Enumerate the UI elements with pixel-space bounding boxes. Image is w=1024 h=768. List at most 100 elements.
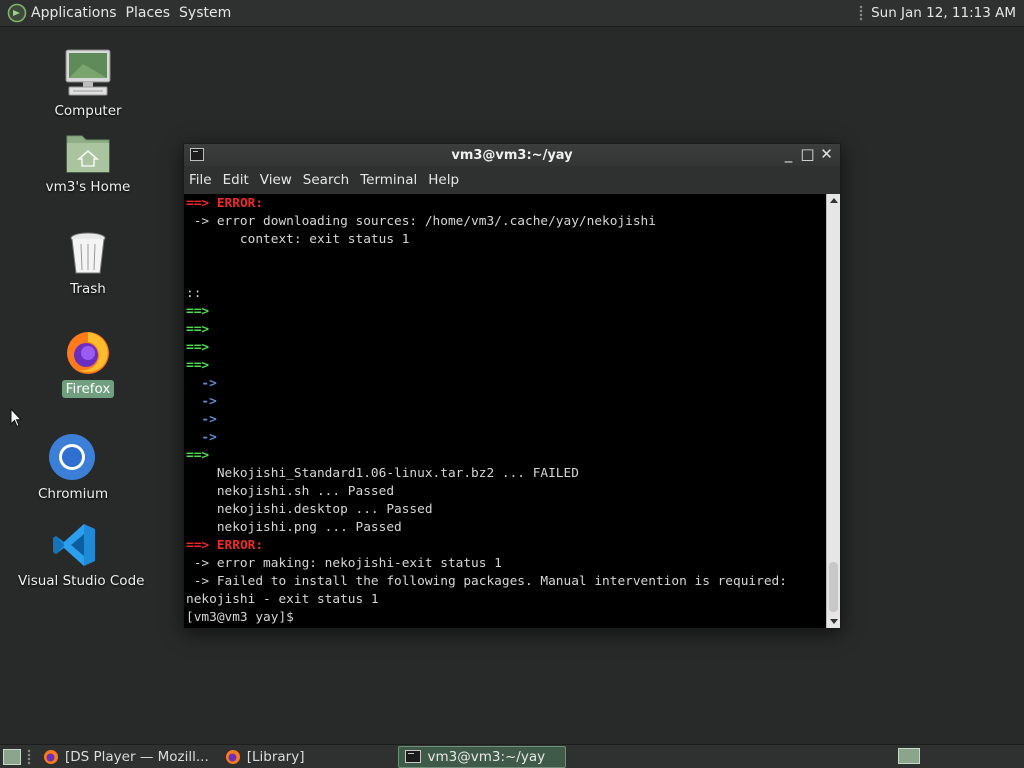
terminal-window[interactable]: vm3@vm3:~/yay _ □ ✕ File Edit View Searc…	[183, 143, 841, 629]
menu-help[interactable]: Help	[428, 172, 459, 188]
menu-search[interactable]: Search	[303, 172, 349, 188]
panel-handle-icon[interactable]	[27, 748, 31, 765]
places-menu[interactable]: Places	[126, 5, 171, 21]
terminal-line: -> error downloading sources: /home/vm3/…	[186, 213, 826, 231]
terminal-text: context: exit status 1	[186, 232, 410, 247]
mouse-cursor-icon	[10, 408, 22, 428]
menu-view[interactable]: View	[260, 172, 292, 188]
taskbar-item-label: [DS Player — Mozill...	[65, 748, 209, 765]
desktop-icon-trash[interactable]: Trash	[50, 230, 126, 298]
terminal-text: ==>	[186, 196, 217, 211]
show-desktop-icon[interactable]	[3, 748, 21, 765]
terminal-line: -> error making: nekojishi-exit status 1	[186, 555, 826, 573]
terminal-text: -> error downloading sources: /home/vm3/…	[186, 214, 656, 229]
terminal-text: nekojishi - exit status 1	[186, 592, 379, 607]
window-controls: _ □ ✕	[781, 147, 834, 162]
top-panel: Applications Places System Sun Jan 12, 1…	[0, 0, 1024, 27]
terminal-line: ==>	[186, 303, 826, 321]
panel-handle-icon[interactable]	[859, 5, 864, 21]
terminal-text: -> Failed to install the following packa…	[186, 574, 787, 589]
terminal-text: ==>	[186, 358, 210, 373]
taskbar-item-label: vm3@vm3:~/yay	[427, 748, 546, 765]
terminal-line: nekojishi.png ... Passed	[186, 519, 826, 537]
terminal-text: [vm3@vm3 yay]$	[186, 610, 302, 625]
system-menu[interactable]: System	[179, 5, 231, 21]
desktop-icon-label: Visual Studio Code	[18, 573, 145, 589]
maximize-button[interactable]: □	[800, 147, 815, 162]
applications-menu[interactable]: Applications	[31, 5, 117, 21]
terminal-text: Nekojishi_Standard1.06-linux.tar.bz2 ...…	[186, 466, 579, 481]
desktop-icon-label: Computer	[54, 103, 122, 119]
mate-logo-icon[interactable]	[7, 3, 27, 23]
terminal-text: nekojishi.desktop ... Passed	[186, 502, 433, 517]
menu-terminal[interactable]: Terminal	[360, 172, 417, 188]
menu-file[interactable]: File	[189, 172, 212, 188]
chromium-icon	[49, 434, 95, 480]
firefox-icon	[44, 749, 58, 764]
terminal-line: ==> ERROR:	[186, 537, 826, 555]
terminal-line: nekojishi.sh ... Passed	[186, 483, 826, 501]
terminal-text: ==>	[186, 340, 210, 355]
terminal-line: ==>	[186, 357, 826, 375]
clock-area: Sun Jan 12, 11:13 AM	[859, 5, 1016, 21]
firefox-icon	[67, 332, 109, 374]
taskbar-item-ds-player[interactable]: [DS Player — Mozill...	[37, 746, 215, 768]
terminal-window-icon[interactable]	[190, 148, 204, 161]
terminal-line: ->	[186, 393, 826, 411]
scrollbar-thumb[interactable]	[829, 562, 838, 612]
desktop-icon-computer[interactable]: Computer	[50, 48, 126, 120]
clock[interactable]: Sun Jan 12, 11:13 AM	[871, 5, 1016, 21]
terminal-text: ==>	[186, 448, 210, 463]
terminal-output[interactable]: ==> ERROR: -> error downloading sources:…	[184, 194, 826, 628]
menu-edit[interactable]: Edit	[223, 172, 249, 188]
terminal-line: ->	[186, 375, 826, 393]
terminal-line: ==>	[186, 321, 826, 339]
workspace-switcher[interactable]	[898, 748, 920, 764]
taskbar-item-terminal[interactable]: vm3@vm3:~/yay	[398, 745, 567, 768]
desktop-icon-label: vm3's Home	[45, 179, 131, 195]
computer-icon	[65, 49, 111, 96]
desktop-icon-label: Firefox	[61, 380, 115, 398]
taskbar-item-library[interactable]: [Library]	[219, 746, 311, 768]
desktop-icon-label: Chromium	[38, 486, 109, 502]
terminal-text: ==>	[186, 538, 217, 553]
desktop-icon-vscode[interactable]: Visual Studio Code	[14, 522, 144, 590]
desktop-icon-firefox[interactable]: Firefox	[50, 328, 126, 398]
terminal-menubar: File Edit View Search Terminal Help	[184, 166, 840, 194]
minimize-button[interactable]: _	[781, 147, 796, 162]
terminal-line: Nekojishi_Standard1.06-linux.tar.bz2 ...…	[186, 465, 826, 483]
bottom-panel: [DS Player — Mozill... [Library] vm3@vm3…	[0, 744, 1024, 768]
terminal-text: ->	[201, 412, 217, 427]
terminal-text: -> error making: nekojishi-exit status 1	[186, 556, 502, 571]
desktop-icon-chromium[interactable]: Chromium	[34, 433, 110, 503]
terminal-text: ERROR:	[216, 538, 264, 553]
terminal-line: ->	[186, 411, 826, 429]
desktop-icon-label: Trash	[70, 281, 106, 297]
terminal-line: context: exit status 1	[186, 231, 826, 249]
terminal-text: ->	[201, 430, 217, 445]
close-button[interactable]: ✕	[819, 147, 834, 162]
terminal-icon	[405, 750, 422, 763]
terminal-text: ==>	[186, 304, 210, 319]
terminal-text: ->	[201, 394, 217, 409]
firefox-icon	[225, 749, 240, 764]
terminal-line: nekojishi.desktop ... Passed	[186, 501, 826, 519]
desktop-icon-home[interactable]: vm3's Home	[38, 130, 138, 196]
terminal-line: ::	[186, 285, 826, 303]
scroll-down-arrow-icon[interactable]	[830, 619, 838, 624]
terminal-text: ==>	[186, 322, 210, 337]
window-titlebar[interactable]: vm3@vm3:~/yay _ □ ✕	[184, 144, 840, 166]
home-folder-icon	[66, 135, 110, 173]
scroll-up-arrow-icon[interactable]	[830, 198, 838, 203]
terminal-text: ERROR:	[216, 196, 264, 211]
terminal-line: ->	[186, 429, 826, 447]
terminal-line: [vm3@vm3 yay]$	[186, 609, 826, 627]
terminal-line: nekojishi - exit status 1	[186, 591, 826, 609]
terminal-scrollbar[interactable]	[826, 194, 840, 628]
